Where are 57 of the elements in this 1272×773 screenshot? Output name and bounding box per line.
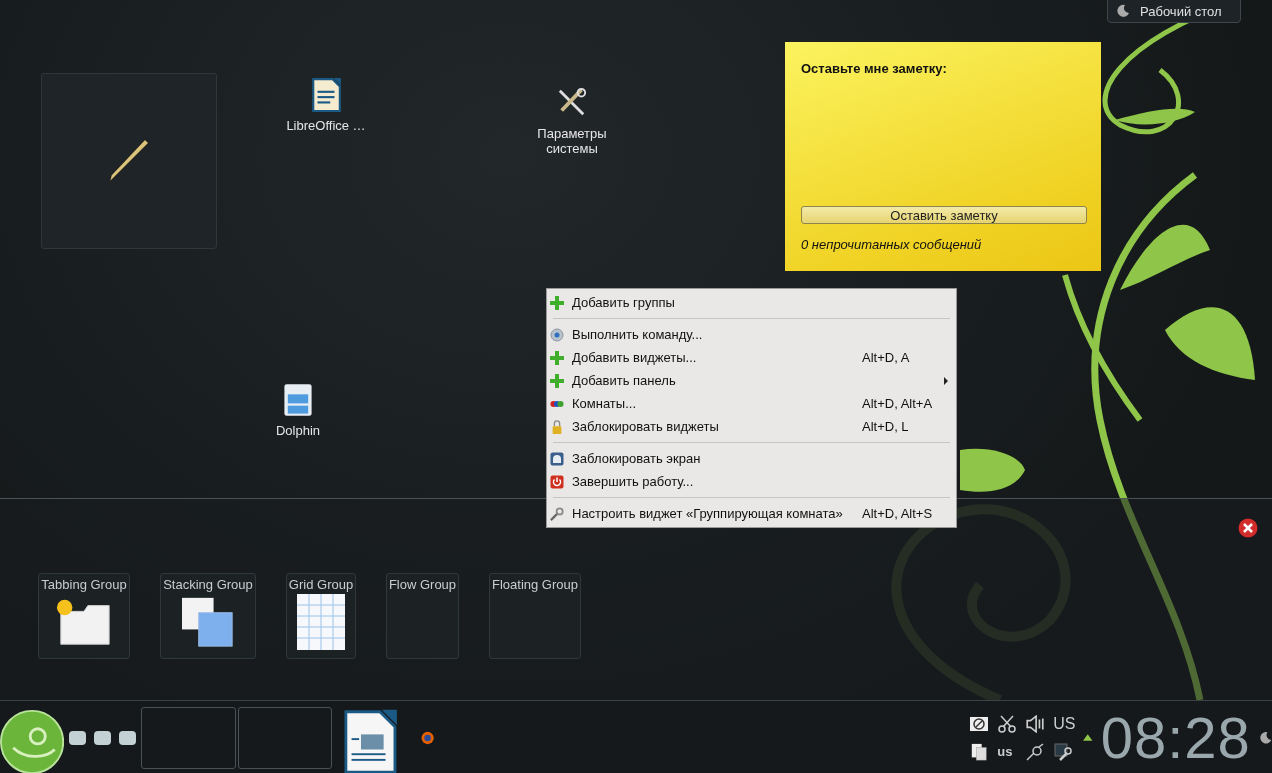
- plus-icon: [550, 373, 564, 388]
- moon-icon: [1116, 4, 1130, 18]
- chameleon-logo-icon[interactable]: [0, 707, 65, 773]
- desktop-pager-button[interactable]: [94, 730, 112, 745]
- group-card[interactable]: Grid Group: [286, 573, 356, 659]
- keyboard-layout-indicator[interactable]: us: [997, 744, 1022, 759]
- expand-arrow-icon[interactable]: [1083, 734, 1093, 741]
- document-icon[interactable]: [344, 707, 397, 773]
- group-label: Floating Group: [492, 577, 578, 592]
- group-label: Grid Group: [288, 577, 354, 592]
- menu-item[interactable]: Добавить группы: [547, 291, 956, 314]
- clipboard-icon[interactable]: [969, 742, 990, 761]
- document-icon[interactable]: [311, 78, 341, 112]
- group-card[interactable]: Tabbing Group: [38, 573, 130, 659]
- screen-lock-icon: [550, 451, 564, 466]
- plus-icon: [550, 295, 564, 310]
- close-icon[interactable]: [1238, 518, 1258, 538]
- menu-item[interactable]: Добавить панель: [547, 369, 956, 392]
- menu-item[interactable]: Выполнить команду...: [547, 323, 956, 346]
- wrench-icon[interactable]: [1053, 742, 1074, 761]
- group-card[interactable]: Floating Group: [489, 573, 581, 659]
- menu-item[interactable]: Завершить работу...: [547, 470, 956, 493]
- group-card[interactable]: Stacking Group: [160, 573, 256, 659]
- note-title: Оставьте мне заметку:: [801, 61, 948, 76]
- group-label: Stacking Group: [163, 577, 253, 592]
- clock[interactable]: 08:28: [1100, 704, 1251, 771]
- grid-icon: [297, 594, 345, 650]
- activity-button[interactable]: Рабочий стол: [1107, 0, 1241, 23]
- menu-item[interactable]: Настроить виджет «Группирующая комната» Alt+D, Alt+S: [547, 502, 956, 525]
- desktop-icon-label[interactable]: Параметры системы: [522, 126, 622, 156]
- group-label: Tabbing Group: [41, 577, 127, 592]
- wrench-icon: [550, 506, 564, 521]
- lock-icon: [550, 419, 564, 434]
- desktop-icon-label[interactable]: Dolphin: [275, 423, 321, 438]
- scissors-icon[interactable]: [997, 714, 1018, 733]
- menu-item[interactable]: Комнаты... Alt+D, Alt+A: [547, 392, 956, 415]
- desktop-pager-button[interactable]: [119, 730, 137, 745]
- menu-item[interactable]: Заблокировать виджеты Alt+D, L: [547, 415, 956, 438]
- group-label: Flow Group: [388, 577, 457, 592]
- menu-item[interactable]: Добавить виджеты... Alt+D, A: [547, 346, 956, 369]
- cabinet-icon[interactable]: [283, 383, 313, 417]
- unread-status: 0 непрочитанных сообщений: [801, 237, 983, 252]
- pencil-icon: [107, 137, 151, 185]
- volume-icon[interactable]: [1025, 714, 1046, 733]
- power-icon: [550, 474, 564, 489]
- plus-icon: [550, 350, 564, 365]
- desktop-icon-label[interactable]: LibreOffice …: [286, 118, 366, 133]
- block-icon[interactable]: [969, 714, 990, 733]
- gear-icon: [550, 327, 564, 342]
- group-card[interactable]: Flow Group: [386, 573, 459, 659]
- browser-icon[interactable]: [421, 730, 435, 745]
- leave-note-button[interactable]: Оставить заметку: [801, 206, 1087, 224]
- keyboard-layout-indicator[interactable]: US: [1053, 714, 1084, 733]
- menu-item[interactable]: Заблокировать экран: [547, 447, 956, 470]
- desktop-pager-button[interactable]: [69, 730, 87, 745]
- network-icon[interactable]: [1025, 742, 1046, 761]
- moon-icon[interactable]: [1258, 730, 1272, 745]
